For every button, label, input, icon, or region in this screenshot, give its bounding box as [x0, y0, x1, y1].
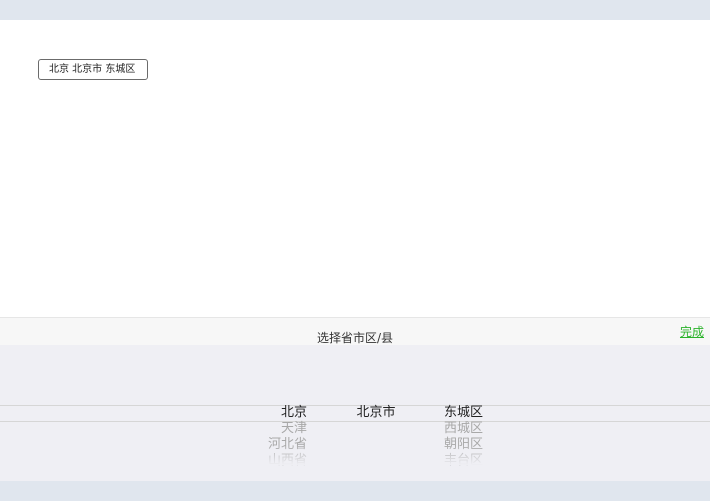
page-content: 北京 北京市 东城区: [0, 20, 710, 317]
picker-title: 选择省市区/县: [316, 331, 394, 345]
province-option[interactable]: 天津: [281, 421, 307, 437]
province-option[interactable]: 河北省: [268, 437, 307, 453]
bottom-bar: [0, 481, 710, 501]
district-option[interactable]: 朝阳区: [444, 437, 483, 453]
city-picker-input[interactable]: 北京 北京市 东城区: [38, 59, 148, 80]
province-option[interactable]: 北京: [281, 405, 307, 421]
district-option[interactable]: 丰台区: [444, 453, 483, 469]
city-option[interactable]: 北京市: [340, 405, 412, 421]
province-option[interactable]: 山西省: [268, 453, 307, 469]
picker-header: 选择省市区/县 完成: [0, 317, 710, 345]
province-wheel[interactable]: 北京 天津 河北省 山西省: [200, 345, 307, 481]
picker-wheels: 北京 天津 河北省 山西省 北京市 东城区 西城区 朝阳区 丰台区: [0, 345, 710, 481]
district-option[interactable]: 西城区: [444, 421, 483, 437]
district-wheel[interactable]: 东城区 西城区 朝阳区 丰台区: [444, 345, 534, 481]
done-button[interactable]: 完成: [680, 324, 704, 340]
top-bar: [0, 0, 710, 20]
city-wheel[interactable]: 北京市: [340, 345, 412, 481]
district-option[interactable]: 东城区: [444, 405, 483, 421]
